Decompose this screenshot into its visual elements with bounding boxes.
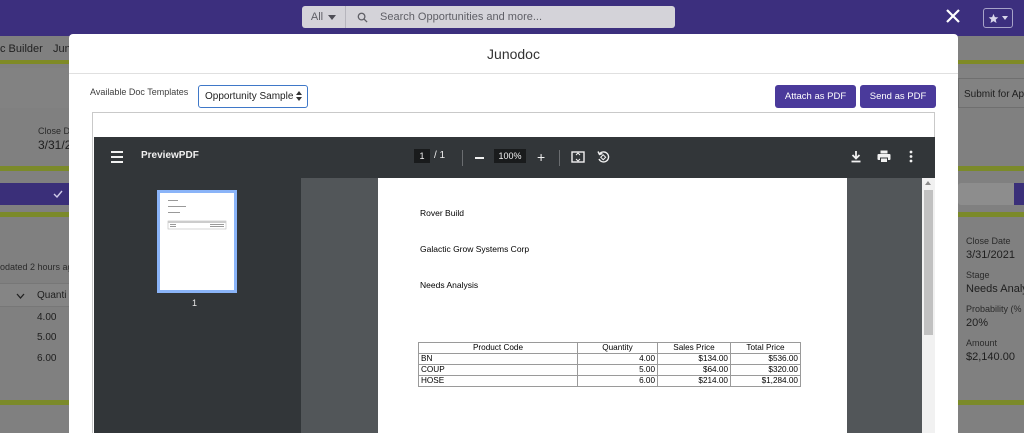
- pdf-scrollbar[interactable]: [922, 178, 935, 433]
- bg-updated-text: odated 2 hours ago: [0, 262, 78, 272]
- templates-label: Available Doc Templates: [90, 87, 189, 97]
- doc-account-name: Galactic Grow Systems Corp: [420, 244, 530, 254]
- doc-opportunity-name: Rover Build: [420, 208, 464, 218]
- bg-mark-stage-button[interactable]: [1014, 183, 1024, 205]
- modal-title: Junodoc: [487, 45, 540, 62]
- table-cell: $64.00: [657, 364, 731, 376]
- thumbnail-pane: 1: [94, 178, 301, 433]
- bg-divider-right: [958, 212, 1024, 217]
- bg-divider-bottom-right: [958, 400, 1024, 405]
- doc-product-table: Product Code Quantity Sales Price Total …: [418, 342, 801, 387]
- nav-item-doc-builder[interactable]: c Builder: [0, 43, 43, 55]
- fit-to-page-icon[interactable]: [571, 150, 585, 169]
- select-arrows-icon: [296, 91, 302, 101]
- page-number-input[interactable]: 1: [414, 149, 430, 163]
- search-scope-dropdown[interactable]: All: [302, 6, 346, 28]
- pdf-page: Rover Build Galactic Grow Systems Corp N…: [378, 178, 847, 433]
- table-header-row: Product Code Quantity Sales Price Total …: [418, 342, 801, 354]
- search-input[interactable]: Search Opportunities and more...: [380, 11, 542, 23]
- scroll-up-icon[interactable]: [925, 181, 931, 185]
- favorites-button[interactable]: [983, 8, 1013, 28]
- bg-divider-bottom: [0, 400, 69, 405]
- check-icon: [53, 190, 63, 198]
- toolbar-divider: [462, 150, 463, 166]
- star-icon: [988, 13, 999, 23]
- search-icon: [352, 12, 372, 23]
- pdf-viewer-frame: PreviewPDF 1 / 1 100% + 1 Rover Build Ga…: [92, 112, 935, 433]
- bg-close-date-value: 3/31/2: [38, 138, 72, 152]
- table-row: BN 4.00 $134.00 $536.00: [418, 353, 801, 365]
- download-icon[interactable]: [850, 150, 862, 168]
- template-select[interactable]: Opportunity Sample: [198, 85, 308, 108]
- table-cell: 5.00: [577, 364, 658, 376]
- table-cell: $1,284.00: [730, 375, 801, 387]
- table-cell: $320.00: [730, 364, 801, 376]
- toolbar-divider: [559, 150, 560, 166]
- pdf-toolbar: PreviewPDF 1 / 1 100% +: [94, 137, 935, 178]
- bg-divider: [0, 212, 69, 217]
- chevron-down-icon: [16, 293, 25, 299]
- table-cell: HOSE: [418, 375, 578, 387]
- send-as-pdf-button[interactable]: Send as PDF: [860, 85, 936, 108]
- attach-as-pdf-button[interactable]: Attach as PDF: [775, 85, 856, 108]
- bg-quantity-cell: 5.00: [37, 332, 57, 343]
- table-row: COUP 5.00 $64.00 $320.00: [418, 364, 801, 376]
- app-header: All Search Opportunities and more...: [0, 0, 1024, 36]
- modal-header: Junodoc: [69, 34, 958, 74]
- bg-progress-bar: [0, 166, 69, 171]
- bg-quantity-cell: 6.00: [37, 353, 57, 364]
- bg-progress-bar-right: [958, 166, 1024, 171]
- page-thumbnail[interactable]: [157, 190, 237, 293]
- table-cell: BN: [418, 353, 578, 365]
- junodoc-modal: Junodoc Available Doc Templates Opportun…: [69, 34, 958, 433]
- bg-field-value: 20%: [966, 317, 989, 329]
- doc-stage: Needs Analysis: [420, 280, 479, 290]
- bg-field-value: $2,140.00: [966, 351, 1015, 363]
- zoom-input[interactable]: 100%: [494, 149, 526, 163]
- bg-quantity-cell: 4.00: [37, 312, 57, 323]
- bg-field-value: Needs Analys: [966, 283, 1024, 295]
- bg-field-label: Probability (%: [966, 304, 1022, 314]
- more-options-icon[interactable]: [909, 150, 913, 168]
- pdf-body: 1 Rover Build Galactic Grow Systems Corp…: [94, 178, 935, 433]
- table-header: Product Code: [418, 342, 578, 354]
- global-search[interactable]: All Search Opportunities and more...: [302, 6, 675, 28]
- rotate-icon[interactable]: [596, 150, 610, 169]
- close-icon: [946, 9, 960, 23]
- table-header: Sales Price: [657, 342, 731, 354]
- zoom-in-button[interactable]: +: [537, 149, 545, 165]
- table-cell: 4.00: [577, 353, 658, 365]
- thumbnail-preview: [167, 200, 227, 230]
- pdf-title: PreviewPDF: [141, 150, 199, 161]
- zoom-out-button[interactable]: [475, 157, 484, 159]
- chevron-down-icon: [328, 14, 337, 20]
- thumbnail-page-number: 1: [192, 298, 198, 308]
- page-count: / 1: [434, 150, 446, 161]
- bg-field-label: Close Date: [966, 236, 1011, 246]
- bg-path-stage: [0, 183, 69, 205]
- template-select-value: Opportunity Sample: [205, 91, 294, 102]
- table-cell: $536.00: [730, 353, 801, 365]
- bg-submit-border: [958, 78, 1024, 108]
- table-cell: $214.00: [657, 375, 731, 387]
- table-header: Quantity: [577, 342, 658, 354]
- chevron-down-icon: [1002, 16, 1009, 20]
- table-cell: 6.00: [577, 375, 658, 387]
- bg-path-stage-right: [958, 183, 1014, 205]
- close-modal-button[interactable]: [942, 5, 964, 27]
- print-icon[interactable]: [877, 150, 891, 168]
- table-cell: COUP: [418, 364, 578, 376]
- bg-field-label: Stage: [966, 270, 990, 280]
- table-row: HOSE 6.00 $214.00 $1,284.00: [418, 375, 801, 387]
- menu-icon[interactable]: [111, 151, 123, 163]
- bg-field-label: Amount: [966, 338, 998, 348]
- table-header: Total Price: [730, 342, 801, 354]
- scrollbar-thumb[interactable]: [924, 190, 933, 335]
- bg-quantity-header: Quanti: [37, 290, 67, 301]
- table-cell: $134.00: [657, 353, 731, 365]
- bg-field-value: 3/31/2021: [966, 249, 1015, 261]
- search-scope-label: All: [310, 11, 324, 23]
